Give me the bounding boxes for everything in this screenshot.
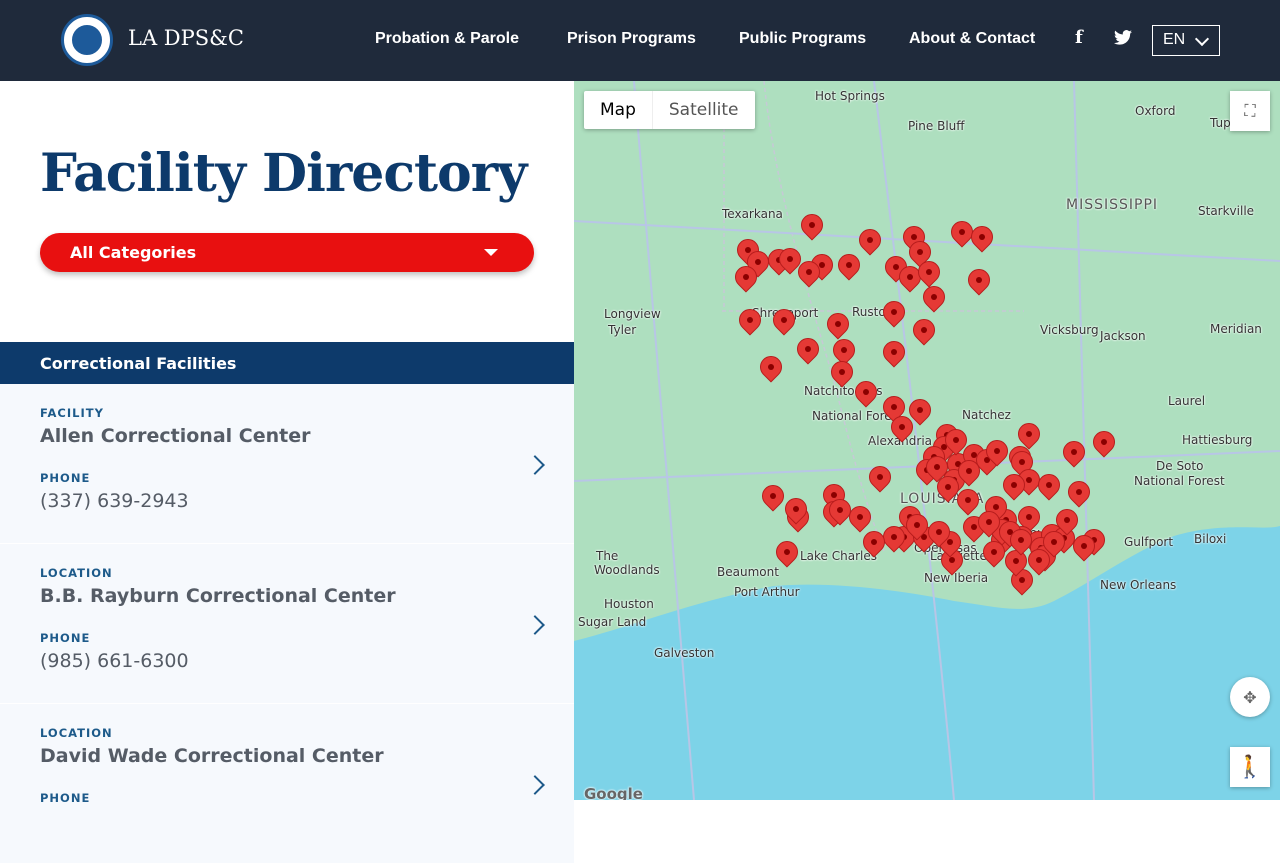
map-place-label: Hattiesburg [1182, 433, 1253, 447]
phone-label: PHONE [40, 471, 91, 485]
chevron-down-icon [1194, 31, 1210, 47]
map-type-satellite[interactable]: Satellite [651, 91, 755, 129]
facility-name: Allen Correctional Center [40, 425, 311, 447]
nav-about-contact[interactable]: About & Contact [909, 30, 1035, 48]
map-place-label: Gulfport [1124, 535, 1174, 549]
map-place-label: Beaumont [717, 565, 779, 579]
nav-probation-parole[interactable]: Probation & Parole [375, 30, 519, 48]
chevron-right-icon[interactable] [525, 615, 545, 635]
state-seal-logo[interactable] [61, 14, 113, 66]
facility-list-item[interactable]: LOCATION David Wade Correctional Center … [0, 704, 574, 864]
facility-phone: (337) 639-2943 [40, 490, 189, 512]
map-type-map[interactable]: Map [584, 91, 652, 129]
map-place-label: Texarkana [722, 207, 783, 221]
map-place-label: Biloxi [1194, 532, 1227, 546]
caret-down-icon [484, 249, 498, 256]
directory-panel: Facility Directory All Categories Correc… [0, 81, 574, 864]
map-place-label: Longview [604, 307, 661, 321]
map-place-label: Natchez [962, 408, 1011, 422]
map-place-label: New Iberia [924, 571, 989, 585]
map-place-label: Oxford [1135, 104, 1176, 118]
pan-control-icon[interactable]: ✥ [1230, 677, 1270, 717]
map-place-label: Port Arthur [734, 585, 800, 599]
facility-list-item[interactable]: FACILITY Allen Correctional Center PHONE… [0, 384, 574, 544]
map-place-label: New Orleans [1100, 578, 1177, 592]
language-select[interactable]: EN [1152, 25, 1220, 56]
map-place-label: Houston [604, 597, 654, 611]
map-place-label: Starkville [1198, 204, 1255, 218]
map-place-label: Tup [1210, 116, 1231, 130]
category-value: All Categories [70, 243, 197, 262]
language-value: EN [1163, 31, 1186, 48]
nav-prison-programs[interactable]: Prison Programs [567, 30, 696, 48]
facility-label: FACILITY [40, 406, 104, 420]
phone-label: PHONE [40, 631, 91, 645]
map-place-label: Galveston [654, 646, 715, 660]
map-place-label: Sugar Land [578, 615, 647, 629]
chevron-right-icon[interactable] [525, 455, 545, 475]
map-place-label: De Soto [1156, 459, 1204, 473]
map-place-label: Hot Springs [815, 89, 885, 103]
google-logo: Google [584, 785, 643, 800]
page-title: Facility Directory [40, 143, 527, 204]
map-place-label: Meridian [1210, 322, 1262, 336]
chevron-right-icon[interactable] [525, 775, 545, 795]
map-place-label: Woodlands [594, 563, 660, 577]
map-place-label: National Forest [1134, 474, 1225, 488]
map-place-label: Jackson [1100, 329, 1146, 343]
map-place-label: MISSISSIPPI [1066, 197, 1159, 213]
facility-label: LOCATION [40, 726, 113, 740]
facility-map[interactable]: Hot Springs Pine Bluff Oxford Tup Texarkana M… [574, 81, 1280, 800]
category-dropdown[interactable]: All Categories [40, 233, 534, 272]
street-view-pegman-icon[interactable]: 🚶 [1230, 747, 1270, 787]
twitter-icon[interactable] [1114, 30, 1132, 49]
phone-label: PHONE [40, 791, 91, 805]
facility-phone: (985) 661-6300 [40, 650, 189, 672]
map-place-label: Tyler [608, 323, 637, 337]
map-place-label: The [596, 549, 619, 563]
map-place-label: Vicksburg [1040, 323, 1099, 337]
map-place-label: Lake Charles [800, 549, 877, 563]
facility-name: David Wade Correctional Center [40, 745, 384, 767]
section-header: Correctional Facilities [0, 342, 574, 384]
nav-public-programs[interactable]: Public Programs [739, 30, 866, 48]
facility-label: LOCATION [40, 566, 113, 580]
map-place-label: Laurel [1168, 394, 1206, 408]
map-type-control: Map Satellite [584, 91, 755, 129]
facility-list-item[interactable]: LOCATION B.B. Rayburn Correctional Cente… [0, 544, 574, 704]
top-navigation: LA DPS&C Probation & Parole Prison Progr… [0, 0, 1280, 81]
fullscreen-icon[interactable]: ⛶ [1230, 91, 1270, 131]
brand-name[interactable]: LA DPS&C [128, 26, 244, 50]
facility-name: B.B. Rayburn Correctional Center [40, 585, 396, 607]
facebook-icon[interactable]: f [1075, 27, 1083, 48]
map-place-label: Pine Bluff [908, 119, 965, 133]
